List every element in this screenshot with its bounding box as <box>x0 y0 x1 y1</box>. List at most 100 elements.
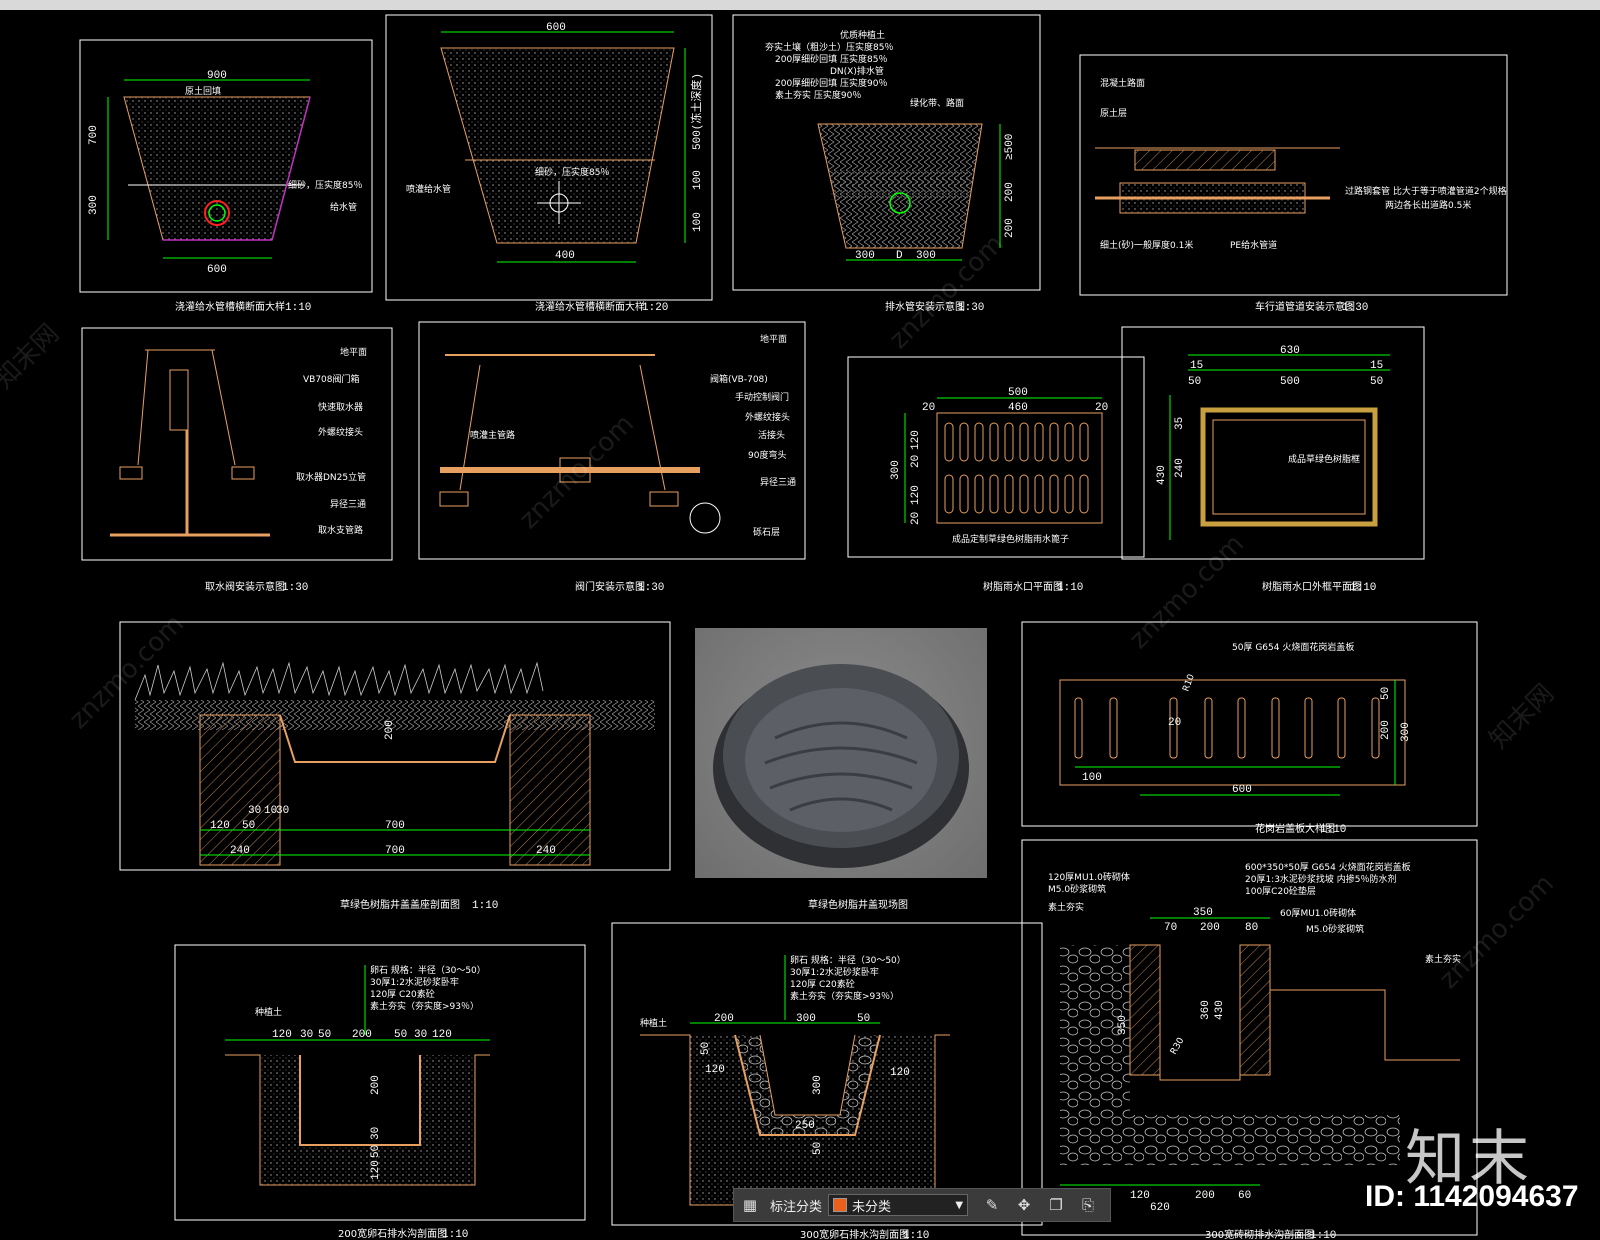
p5-title: 取水阀安装示意图 <box>205 580 285 593</box>
p6-note-0: 地平面 <box>760 333 787 345</box>
p13-dim-2: 50 <box>318 1029 331 1041</box>
p3-note-2: 200厚细砂回填 压实度85％ <box>775 53 888 65</box>
copy-icon[interactable]: ❐ <box>1043 1192 1069 1218</box>
p14-dim-0: 200 <box>714 1013 734 1025</box>
p4-note-2: 细土(砂)一般厚度0.1米 <box>1100 239 1193 251</box>
p6-title: 阀门安装示意图 <box>575 580 645 593</box>
p14-dim-1: 300 <box>796 1013 816 1025</box>
panel-p7: 500 460 20 20 300 120 20 120 20 成品定制草绿色树… <box>847 356 1145 594</box>
p13-dim-1: 30 <box>300 1029 313 1041</box>
p5-note-0: 地平面 <box>340 346 367 358</box>
p9-dim-6: 240 <box>536 845 556 857</box>
p13-dim-9: 50 <box>370 1145 382 1158</box>
p14-scale: 1:10 <box>903 1230 929 1240</box>
layout-icon[interactable]: ▦ <box>737 1192 763 1218</box>
p12-dim-7: 620 <box>1150 1202 1170 1214</box>
p11-dim-0: 100 <box>1082 772 1102 784</box>
p13-scale: 1:10 <box>442 1229 468 1240</box>
p7-dim-0: 500 <box>1008 387 1028 399</box>
p8-title: 树脂雨水口外框平面图 <box>1262 580 1362 593</box>
p6-note-8: 砾石层 <box>753 526 780 538</box>
edit-icon[interactable]: ✎ <box>979 1192 1005 1218</box>
p14-dim-7: 50 <box>812 1142 824 1155</box>
category-color-swatch <box>833 1198 848 1212</box>
p1-dim-2: 300 <box>88 195 100 215</box>
p13-dim-6: 120 <box>432 1029 452 1041</box>
p1-title: 浇灌给水管槽横断面大样 <box>175 300 285 313</box>
p8-dim-3: 15 <box>1370 360 1383 372</box>
p14-note-4: 种植土 <box>640 1017 667 1029</box>
p6-note-4: 活接头 <box>758 429 785 441</box>
cad-canvas: 900 700 300 600 原土回填 细砂，压实度85％ 给水管 浇灌给水管… <box>0 14 1560 1240</box>
p6-scale: 1:30 <box>638 582 664 594</box>
p8-dim-8: 35 <box>1174 417 1186 430</box>
p3-note-0: 优质种植土 <box>840 29 885 41</box>
p3-note-5: 素土夯实 压实度90％ <box>775 89 861 101</box>
p2-note-0: 喷灌给水管 <box>406 183 451 195</box>
p13-dim-0: 120 <box>272 1029 292 1041</box>
p2-dim-0: 600 <box>546 22 566 34</box>
category-select[interactable]: 未分类 ▼ <box>828 1194 969 1216</box>
panel-p5: 地平面 VB708阀门箱 快速取水器 外螺纹接头 取水器DN25立管 异径三通 … <box>81 327 393 594</box>
p13-dim-4: 50 <box>394 1029 407 1041</box>
p4-title: 车行道管道安装示意图 <box>1255 300 1355 313</box>
p7-dim-5: 120 <box>910 430 922 450</box>
p14-note-1: 30厚1:2水泥砂浆卧牢 <box>790 966 879 978</box>
p3-note-4: 200厚细砂回填 压实度90％ <box>775 77 888 89</box>
p7-dim-7: 120 <box>910 485 922 505</box>
p9-scale: 1:10 <box>472 900 498 912</box>
panel-p1: 900 700 300 600 原土回填 细砂，压实度85％ 给水管 浇灌给水管… <box>79 39 373 314</box>
p11-scale: 1:10 <box>1320 824 1346 836</box>
p8-dim-1: 500 <box>1280 376 1300 388</box>
p7-scale: 1:10 <box>1057 582 1083 594</box>
p8-dim-2: 15 <box>1190 360 1203 372</box>
move-icon[interactable]: ✥ <box>1011 1192 1037 1218</box>
p14-note-2: 120厚 C20素砼 <box>790 978 855 990</box>
p9-dim-9: 30 <box>276 805 289 817</box>
watermark-site-5: znzmo.com <box>1434 869 1560 995</box>
paste-icon[interactable]: ⎘ <box>1075 1192 1101 1218</box>
p3-dim-3: ≥500 <box>1004 134 1016 160</box>
p12-note-6: 60厚MU1.0砖砌体 <box>1280 907 1356 919</box>
p11-dim-3: 300 <box>1400 722 1412 742</box>
panel-p3: 300 D 300 ≥500 200 200 优质种植土 夯实土壤（粗沙土）压实… <box>732 14 1041 314</box>
p8-dim-4: 50 <box>1188 376 1201 388</box>
p5-note-6: 取水支管路 <box>318 524 363 536</box>
p9-dim-7: 30 <box>248 805 261 817</box>
id-watermark: ID: 1142094637 <box>1365 1180 1579 1213</box>
p7-dim-6: 20 <box>910 455 922 468</box>
p14-dim-6: 250 <box>795 1120 815 1132</box>
p3-scale: 1:30 <box>958 302 984 314</box>
p12-scale: 1:10 <box>1310 1230 1336 1240</box>
p7-title: 树脂雨水口平面图 <box>983 580 1063 593</box>
p11-note-1: R10 <box>1181 673 1197 693</box>
p3-note-6: 绿化带、路面 <box>910 97 964 109</box>
watermark-cn-2: 知末网 <box>1484 679 1560 755</box>
p3-note-3: DN(X)排水管 <box>830 65 884 77</box>
p1-note-0: 原土回填 <box>185 85 221 97</box>
p4-note-0: 混凝土路面 <box>1100 77 1145 89</box>
p10-title: 草绿色树脂井盖现场图 <box>808 898 908 911</box>
p2-dim-1: 400 <box>555 250 575 262</box>
p13-note-3: 素土夯实（夯实度>93％） <box>370 1000 479 1012</box>
p5-note-4: 取水器DN25立管 <box>296 471 366 483</box>
p13-dim-10: 120 <box>370 1160 382 1180</box>
p13-note-2: 120厚 C20素砼 <box>370 988 435 1000</box>
p9-dim-4: 700 <box>385 820 405 832</box>
p12-dim-11: 60 <box>1238 1190 1251 1202</box>
annotation-toolbar: ▦ 标注分类 未分类 ▼ ✎ ✥ ❐ ⎘ <box>733 1188 1111 1222</box>
p6-note-6: 异径三通 <box>760 476 796 488</box>
p8-dim-0: 630 <box>1280 345 1300 357</box>
p2-note-1: 细砂，压实度85％ <box>535 166 609 178</box>
p11-dim-4: 50 <box>1380 687 1392 700</box>
p14-dim-3: 50 <box>700 1042 712 1055</box>
p13-title: 200宽卵石排水沟剖面图 <box>338 1227 447 1240</box>
p1-note-2: 给水管 <box>330 201 357 213</box>
panel-p13: 卵石 规格：半径（30～50） 30厚1:2水泥砂浆卧牢 120厚 C20素砼 … <box>174 944 586 1240</box>
category-select-value: 未分类 <box>852 1199 892 1215</box>
p13-dim-7: 200 <box>370 1075 382 1095</box>
p2-title: 浇灌给水管槽横断面大样 <box>535 300 645 313</box>
p14-note-0: 卵石 规格：半径（30～50） <box>790 954 906 966</box>
p12-title: 300宽砖砌排水沟剖面图 <box>1205 1228 1314 1240</box>
p13-note-4: 种植土 <box>255 1006 282 1018</box>
